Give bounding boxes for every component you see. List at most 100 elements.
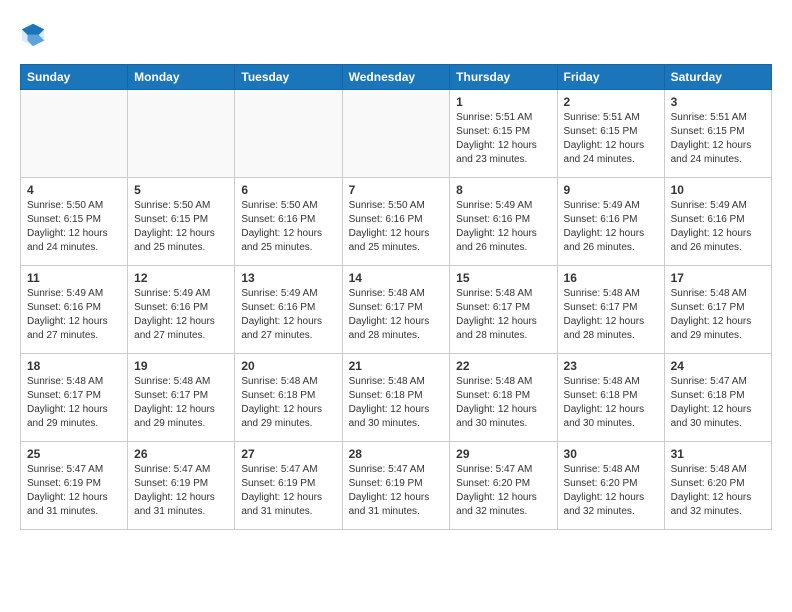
- calendar-cell-5-4: 28 Sunrise: 5:47 AM Sunset: 6:19 PM Dayli…: [342, 442, 450, 530]
- calendar-cell-5-3: 27 Sunrise: 5:47 AM Sunset: 6:19 PM Dayli…: [235, 442, 342, 530]
- week-row-4: 18 Sunrise: 5:48 AM Sunset: 6:17 PM Dayli…: [21, 354, 772, 442]
- calendar-body: 1 Sunrise: 5:51 AM Sunset: 6:15 PM Daylig…: [21, 90, 772, 530]
- day-info: Sunrise: 5:51 AM Sunset: 6:15 PM Dayligh…: [564, 111, 658, 167]
- day-info: Sunrise: 5:50 AM Sunset: 6:16 PM Dayligh…: [349, 199, 444, 255]
- day-number: 5: [134, 183, 228, 197]
- day-info: Sunrise: 5:50 AM Sunset: 6:15 PM Dayligh…: [134, 199, 228, 255]
- calendar-cell-3-4: 14 Sunrise: 5:48 AM Sunset: 6:17 PM Dayli…: [342, 266, 450, 354]
- day-info: Sunrise: 5:47 AM Sunset: 6:19 PM Dayligh…: [27, 463, 121, 519]
- day-info: Sunrise: 5:48 AM Sunset: 6:17 PM Dayligh…: [456, 287, 550, 343]
- day-number: 4: [27, 183, 121, 197]
- day-number: 6: [241, 183, 335, 197]
- calendar-cell-5-7: 31 Sunrise: 5:48 AM Sunset: 6:20 PM Dayli…: [664, 442, 771, 530]
- day-number: 29: [456, 447, 550, 461]
- day-info: Sunrise: 5:49 AM Sunset: 6:16 PM Dayligh…: [456, 199, 550, 255]
- calendar: SundayMondayTuesdayWednesdayThursdayFrid…: [20, 64, 772, 530]
- calendar-cell-2-6: 9 Sunrise: 5:49 AM Sunset: 6:16 PM Daylig…: [557, 178, 664, 266]
- day-number: 30: [564, 447, 658, 461]
- day-info: Sunrise: 5:49 AM Sunset: 6:16 PM Dayligh…: [671, 199, 765, 255]
- day-number: 15: [456, 271, 550, 285]
- calendar-cell-5-5: 29Sunrise: 5:47 AM Sunset: 6:20 PM Dayli…: [450, 442, 557, 530]
- day-info: Sunrise: 5:48 AM Sunset: 6:17 PM Dayligh…: [671, 287, 765, 343]
- day-number: 7: [349, 183, 444, 197]
- day-info: Sunrise: 5:48 AM Sunset: 6:17 PM Dayligh…: [349, 287, 444, 343]
- week-row-2: 4 Sunrise: 5:50 AM Sunset: 6:15 PM Daylig…: [21, 178, 772, 266]
- weekday-header-monday: Monday: [128, 65, 235, 90]
- calendar-cell-2-1: 4 Sunrise: 5:50 AM Sunset: 6:15 PM Daylig…: [21, 178, 128, 266]
- calendar-cell-1-6: 2 Sunrise: 5:51 AM Sunset: 6:15 PM Daylig…: [557, 90, 664, 178]
- calendar-cell-5-6: 30 Sunrise: 5:48 AM Sunset: 6:20 PM Dayli…: [557, 442, 664, 530]
- calendar-cell-3-6: 16 Sunrise: 5:48 AM Sunset: 6:17 PM Dayli…: [557, 266, 664, 354]
- calendar-cell-1-3: [235, 90, 342, 178]
- calendar-cell-3-5: 15 Sunrise: 5:48 AM Sunset: 6:17 PM Dayli…: [450, 266, 557, 354]
- weekday-header-row: SundayMondayTuesdayWednesdayThursdayFrid…: [21, 65, 772, 90]
- calendar-cell-4-1: 18 Sunrise: 5:48 AM Sunset: 6:17 PM Dayli…: [21, 354, 128, 442]
- day-info: Sunrise: 5:49 AM Sunset: 6:16 PM Dayligh…: [134, 287, 228, 343]
- calendar-cell-1-1: [21, 90, 128, 178]
- day-info: Sunrise: 5:49 AM Sunset: 6:16 PM Dayligh…: [564, 199, 658, 255]
- day-number: 18: [27, 359, 121, 373]
- day-number: 13: [241, 271, 335, 285]
- calendar-cell-4-7: 24 Sunrise: 5:47 AM Sunset: 6:18 PM Dayli…: [664, 354, 771, 442]
- day-info: Sunrise: 5:50 AM Sunset: 6:15 PM Dayligh…: [27, 199, 121, 255]
- day-info: Sunrise: 5:50 AM Sunset: 6:16 PM Dayligh…: [241, 199, 335, 255]
- day-number: 9: [564, 183, 658, 197]
- calendar-cell-3-1: 11 Sunrise: 5:49 AM Sunset: 6:16 PM Dayli…: [21, 266, 128, 354]
- calendar-cell-4-6: 23Sunrise: 5:48 AM Sunset: 6:18 PM Dayli…: [557, 354, 664, 442]
- day-number: 14: [349, 271, 444, 285]
- calendar-cell-4-3: 20Sunrise: 5:48 AM Sunset: 6:18 PM Dayli…: [235, 354, 342, 442]
- day-number: 23: [564, 359, 658, 373]
- calendar-cell-4-2: 19 Sunrise: 5:48 AM Sunset: 6:17 PM Dayli…: [128, 354, 235, 442]
- day-number: 12: [134, 271, 228, 285]
- calendar-cell-3-7: 17Sunrise: 5:48 AM Sunset: 6:17 PM Dayli…: [664, 266, 771, 354]
- weekday-header-wednesday: Wednesday: [342, 65, 450, 90]
- day-info: Sunrise: 5:48 AM Sunset: 6:17 PM Dayligh…: [27, 375, 121, 431]
- day-number: 25: [27, 447, 121, 461]
- calendar-cell-1-7: 3Sunrise: 5:51 AM Sunset: 6:15 PM Daylig…: [664, 90, 771, 178]
- day-number: 19: [134, 359, 228, 373]
- day-info: Sunrise: 5:49 AM Sunset: 6:16 PM Dayligh…: [27, 287, 121, 343]
- calendar-cell-4-4: 21 Sunrise: 5:48 AM Sunset: 6:18 PM Dayli…: [342, 354, 450, 442]
- logo-icon: [20, 20, 48, 48]
- day-info: Sunrise: 5:48 AM Sunset: 6:18 PM Dayligh…: [241, 375, 335, 431]
- day-info: Sunrise: 5:48 AM Sunset: 6:20 PM Dayligh…: [671, 463, 765, 519]
- day-number: 8: [456, 183, 550, 197]
- calendar-cell-3-3: 13Sunrise: 5:49 AM Sunset: 6:16 PM Dayli…: [235, 266, 342, 354]
- calendar-cell-2-5: 8 Sunrise: 5:49 AM Sunset: 6:16 PM Daylig…: [450, 178, 557, 266]
- calendar-cell-1-2: [128, 90, 235, 178]
- calendar-cell-5-1: 25 Sunrise: 5:47 AM Sunset: 6:19 PM Dayli…: [21, 442, 128, 530]
- day-number: 1: [456, 95, 550, 109]
- calendar-cell-4-5: 22Sunrise: 5:48 AM Sunset: 6:18 PM Dayli…: [450, 354, 557, 442]
- calendar-cell-3-2: 12 Sunrise: 5:49 AM Sunset: 6:16 PM Dayli…: [128, 266, 235, 354]
- day-info: Sunrise: 5:47 AM Sunset: 6:19 PM Dayligh…: [241, 463, 335, 519]
- week-row-1: 1 Sunrise: 5:51 AM Sunset: 6:15 PM Daylig…: [21, 90, 772, 178]
- day-info: Sunrise: 5:51 AM Sunset: 6:15 PM Dayligh…: [456, 111, 550, 167]
- day-info: Sunrise: 5:48 AM Sunset: 6:20 PM Dayligh…: [564, 463, 658, 519]
- weekday-header-sunday: Sunday: [21, 65, 128, 90]
- day-number: 27: [241, 447, 335, 461]
- weekday-header-saturday: Saturday: [664, 65, 771, 90]
- calendar-cell-1-4: [342, 90, 450, 178]
- page-header: [20, 20, 772, 48]
- day-number: 11: [27, 271, 121, 285]
- weekday-header-thursday: Thursday: [450, 65, 557, 90]
- logo: [20, 20, 52, 48]
- day-info: Sunrise: 5:47 AM Sunset: 6:19 PM Dayligh…: [349, 463, 444, 519]
- day-number: 21: [349, 359, 444, 373]
- day-info: Sunrise: 5:47 AM Sunset: 6:19 PM Dayligh…: [134, 463, 228, 519]
- day-number: 2: [564, 95, 658, 109]
- day-number: 28: [349, 447, 444, 461]
- day-info: Sunrise: 5:48 AM Sunset: 6:17 PM Dayligh…: [134, 375, 228, 431]
- week-row-3: 11 Sunrise: 5:49 AM Sunset: 6:16 PM Dayli…: [21, 266, 772, 354]
- day-info: Sunrise: 5:47 AM Sunset: 6:18 PM Dayligh…: [671, 375, 765, 431]
- day-number: 31: [671, 447, 765, 461]
- day-number: 26: [134, 447, 228, 461]
- calendar-cell-2-4: 7 Sunrise: 5:50 AM Sunset: 6:16 PM Daylig…: [342, 178, 450, 266]
- calendar-cell-2-7: 10Sunrise: 5:49 AM Sunset: 6:16 PM Dayli…: [664, 178, 771, 266]
- day-number: 24: [671, 359, 765, 373]
- day-info: Sunrise: 5:48 AM Sunset: 6:17 PM Dayligh…: [564, 287, 658, 343]
- day-info: Sunrise: 5:48 AM Sunset: 6:18 PM Dayligh…: [349, 375, 444, 431]
- day-number: 16: [564, 271, 658, 285]
- weekday-header-tuesday: Tuesday: [235, 65, 342, 90]
- calendar-cell-1-5: 1 Sunrise: 5:51 AM Sunset: 6:15 PM Daylig…: [450, 90, 557, 178]
